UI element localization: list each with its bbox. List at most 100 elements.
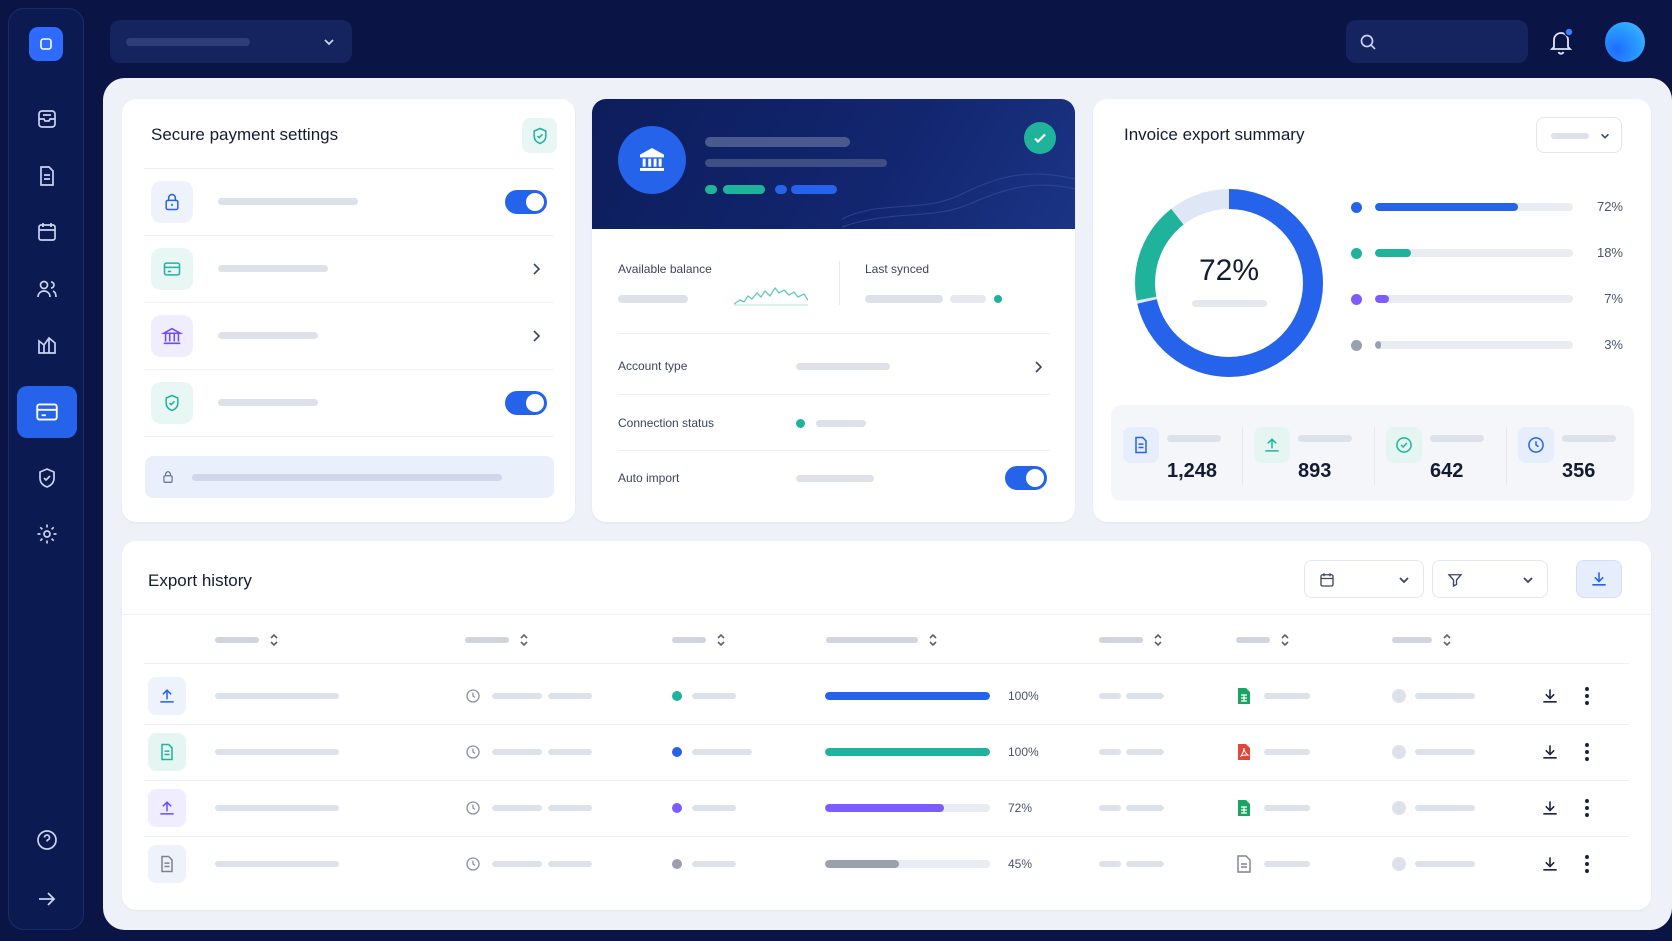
nav-inbox[interactable] [17,93,77,145]
sort-icon[interactable] [928,632,938,648]
breakdown-percent: 18% [1596,245,1623,260]
search-icon [1360,34,1376,50]
upload-icon [1265,438,1279,452]
sort-icon[interactable] [1280,632,1290,648]
progress-percent: 72% [1008,801,1033,815]
clock-icon [466,857,480,871]
notifications-button[interactable] [1547,27,1575,57]
bank-account-card: Available balance Last synced Account ty… [592,99,1075,522]
balance-sparkline [734,286,808,306]
download-icon [1592,572,1606,586]
filter-button[interactable] [1432,560,1548,598]
connection-status-label: Connection status [618,416,715,430]
stat-icon-box [1518,427,1554,463]
legend-dot [1351,202,1362,213]
column-header[interactable] [215,637,259,643]
lock-toggle[interactable] [505,190,547,214]
download-icon[interactable] [1540,798,1560,818]
sort-icon[interactable] [269,632,279,648]
download-icon[interactable] [1540,854,1560,874]
card-icon-box [151,248,193,290]
help-icon [37,830,57,850]
clock-icon [1528,437,1544,453]
column-header[interactable] [1236,637,1270,643]
spreadsheet-icon [1238,800,1250,816]
nav-settings[interactable] [17,508,77,560]
card-title: Export history [148,571,252,590]
download-icon[interactable] [1540,742,1560,762]
column-header[interactable] [1392,637,1432,643]
nav-help[interactable] [17,814,77,866]
sort-icon[interactable] [1442,632,1452,648]
progress-bar-fill [825,692,990,700]
more-icon[interactable] [1584,686,1590,706]
bank-icon [161,327,183,345]
progress-percent: 100% [1008,689,1039,703]
breakdown-percent: 7% [1604,291,1623,306]
status-dot [672,803,682,813]
date-filter-button[interactable] [1304,560,1424,598]
nav-payments[interactable] [17,386,77,438]
clock-icon [466,689,480,703]
breakdown-bar-fill [1375,295,1389,303]
bell-icon [1549,27,1574,55]
nav-documents[interactable] [17,150,77,202]
breakdown-bar [1375,295,1573,303]
chevron-down-icon [1399,577,1409,584]
stat-value: 893 [1298,460,1332,482]
shield-icon-box [151,382,193,424]
progress-bar-fill [825,804,944,812]
nav-security[interactable] [17,452,77,504]
auto-import-toggle[interactable] [1005,466,1047,490]
period-dropdown[interactable] [1536,117,1622,153]
legend-dot [1351,340,1362,351]
lock-icon [163,471,173,483]
download-icon[interactable] [1540,686,1560,706]
more-icon[interactable] [1584,798,1590,818]
bank-icon-box [151,315,193,357]
more-icon[interactable] [1584,742,1590,762]
sort-icon[interactable] [519,632,529,648]
chevron-right-icon[interactable] [530,262,542,276]
app-logo-icon [40,38,52,50]
search-input[interactable] [1346,20,1528,63]
nav-users[interactable] [17,263,77,315]
nav-analytics[interactable] [17,319,77,371]
nav-calendar[interactable] [17,206,77,258]
sort-icon[interactable] [716,632,726,648]
column-header[interactable] [465,637,509,643]
shield-toggle[interactable] [505,391,547,415]
workspace-dropdown[interactable] [110,20,352,63]
column-header[interactable] [826,637,918,643]
spreadsheet-icon [1238,688,1250,704]
avatar[interactable] [1605,22,1645,62]
nav-collapse[interactable] [17,873,77,925]
breakdown-bar-fill [1375,341,1381,349]
chevron-right-icon[interactable] [1032,360,1044,374]
lock-icon-box [151,181,193,223]
user-avatar [1392,689,1406,703]
secure-info-bar[interactable] [145,456,554,498]
breakdown-bar-fill [1375,249,1411,257]
column-header[interactable] [1099,637,1143,643]
stat-icon-box [1386,427,1422,463]
download-all-button[interactable] [1576,560,1622,598]
export-history-card: Export history 100% 100% 72% 45% [122,541,1651,910]
progress-bar [825,748,990,756]
stat-value: 356 [1562,460,1596,482]
column-header[interactable] [672,637,706,643]
stat-value: 1,248 [1167,460,1218,482]
chevron-right-icon[interactable] [530,329,542,343]
inbox-icon [38,110,56,128]
progress-percent: 100% [1008,745,1039,759]
calendar-icon [38,223,56,241]
more-icon[interactable] [1584,854,1590,874]
user-avatar [1392,801,1406,815]
progress-bar [825,804,990,812]
app-logo[interactable] [29,27,63,61]
auto-import-label: Auto import [618,471,680,485]
export-type-box [148,733,186,771]
chevron-down-icon [1601,133,1609,139]
pdf-icon [1238,744,1250,760]
sort-icon[interactable] [1153,632,1163,648]
